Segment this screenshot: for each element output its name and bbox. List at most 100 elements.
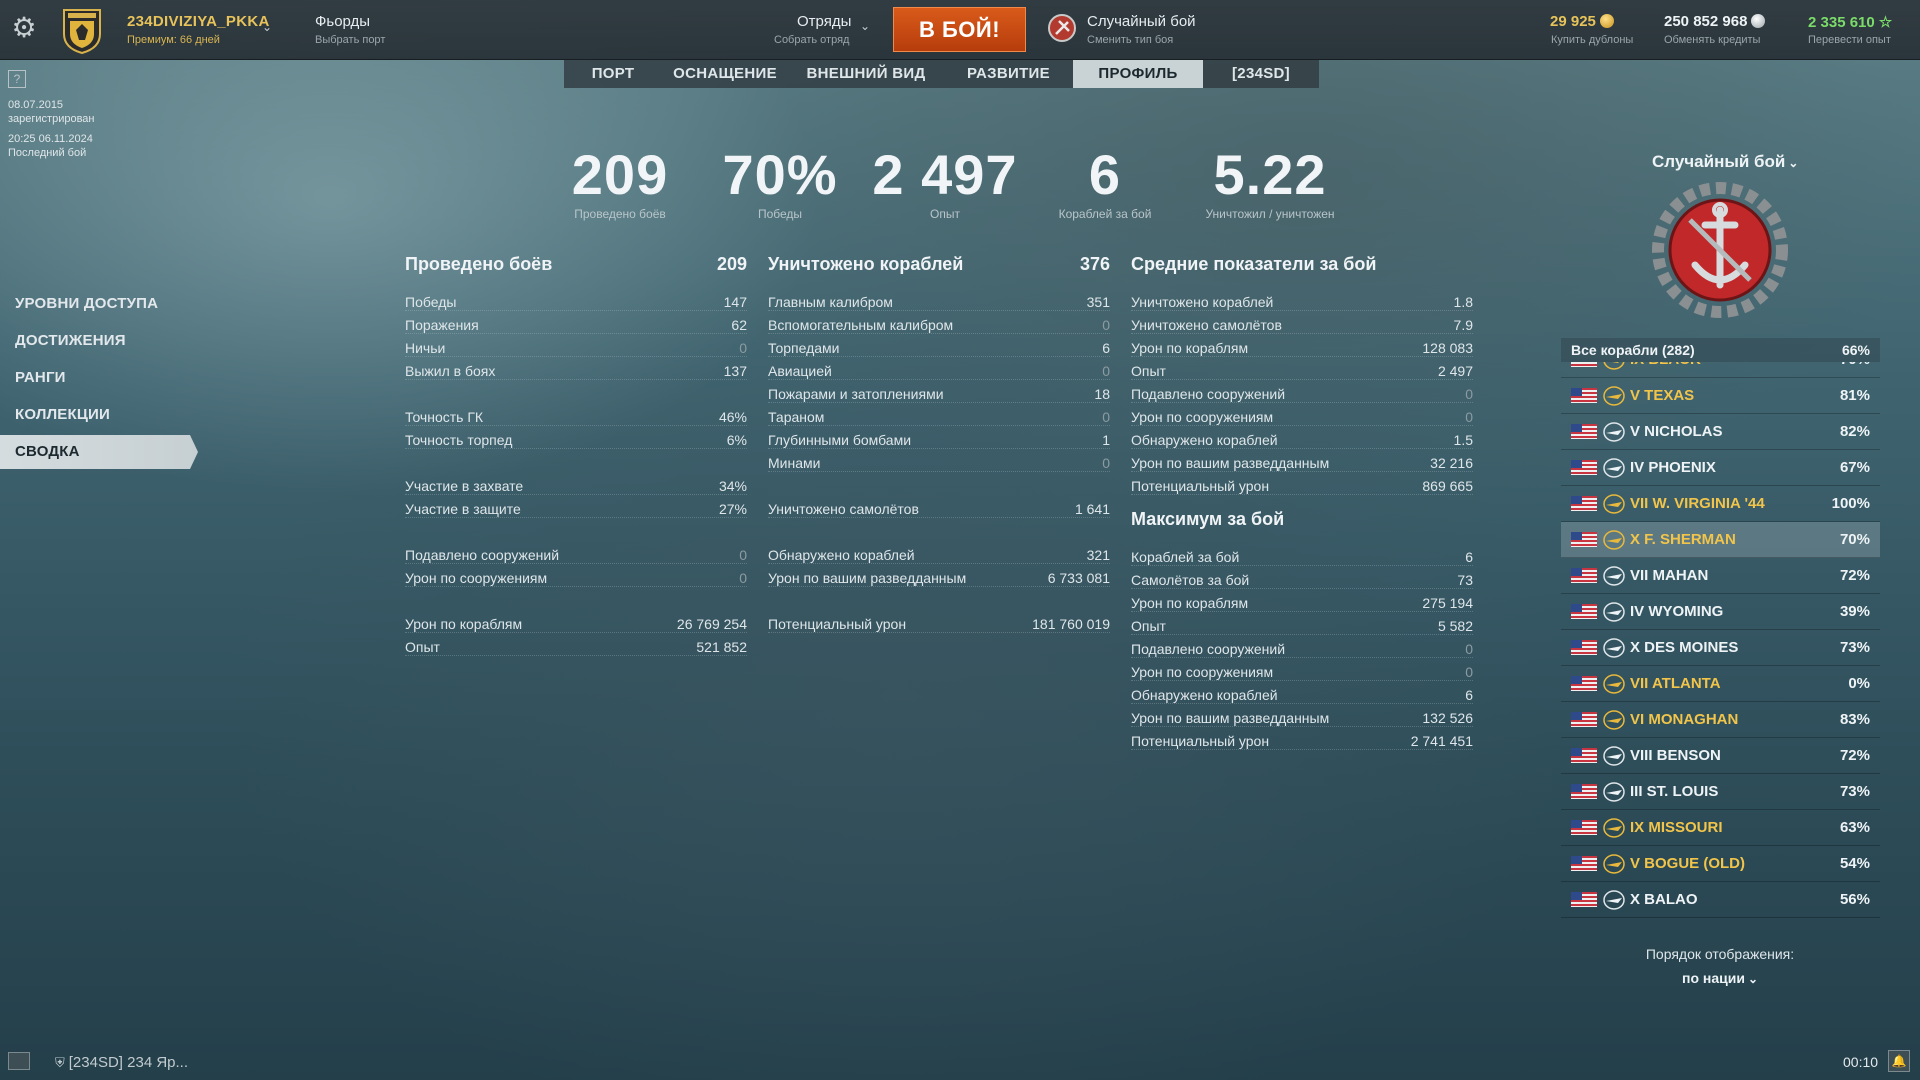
side-item-summary[interactable]: СВОДКА xyxy=(0,435,198,469)
tab-research[interactable]: РАЗВИТИЕ xyxy=(944,60,1073,88)
chevron-down-icon[interactable]: ⌄ xyxy=(262,20,272,34)
stat-row: Торпедами 6 xyxy=(768,334,1110,357)
sort-order-label: Порядок отображения: xyxy=(1645,946,1795,962)
side-item-access-levels[interactable]: УРОВНИ ДОСТУПА xyxy=(0,287,200,321)
ship-row[interactable]: III ST. LOUIS 73% xyxy=(1561,774,1880,810)
squads-sub-label[interactable]: Собрать отряд xyxy=(774,34,849,46)
ship-name: IX BLACK xyxy=(1630,362,1820,368)
stat-label: Минами xyxy=(768,455,821,471)
big-stat-xp: 2 497 Опыт xyxy=(870,145,1020,222)
stat-label: Урон по сооружениям xyxy=(1131,664,1274,680)
stat-row: Урон по кораблям 26 769 254 xyxy=(405,610,747,633)
side-item-ranks[interactable]: РАНГИ xyxy=(0,361,200,395)
squads-button[interactable]: Отряды xyxy=(797,13,851,30)
sort-order-dropdown[interactable]: по нации ⌄ xyxy=(1560,970,1880,986)
tab-clan[interactable]: [234SD] xyxy=(1203,60,1319,88)
ship-name: V TEXAS xyxy=(1630,387,1695,404)
random-battle-icon[interactable] xyxy=(1047,13,1077,43)
port-select-label[interactable]: Выбрать порт xyxy=(315,34,385,46)
stat-value: 27% xyxy=(718,501,747,517)
chevron-down-icon[interactable]: ⌄ xyxy=(860,19,870,33)
port-name[interactable]: Фьорды xyxy=(315,13,370,30)
convert-xp-label[interactable]: Перевести опыт xyxy=(1808,34,1891,46)
gear-icon[interactable]: ⚙ xyxy=(10,14,38,42)
stat-row: Потенциальный урон 869 665 xyxy=(1131,472,1473,495)
tab-appearance[interactable]: ВНЕШНИЙ ВИД xyxy=(788,60,944,88)
top-bar: ⚙ 234DIVIZIYA_PKKA Премиум: 66 дней ⌄ Фь… xyxy=(0,0,1920,60)
profile-side-menu: УРОВНИ ДОСТУПА ДОСТИЖЕНИЯ РАНГИ КОЛЛЕКЦИ… xyxy=(0,287,200,472)
stat-value: 6 733 081 xyxy=(1047,570,1110,586)
ship-row[interactable]: X DES MOINES 73% xyxy=(1561,630,1880,666)
tab-port[interactable]: ПОРТ xyxy=(564,60,662,88)
ship-row[interactable]: IX MISSOURI 63% xyxy=(1561,810,1880,846)
ship-row[interactable]: V BOGUE (OLD) 54% xyxy=(1561,846,1880,882)
notification-bell-icon[interactable]: 🔔 xyxy=(1888,1050,1910,1072)
stat-value: 128 083 xyxy=(1422,340,1473,356)
ship-list[interactable]: IX BLACK70%V TEXAS81%V NICHOLAS82%IV PHO… xyxy=(1561,362,1880,937)
stat-row: Урон по кораблям 275 194 xyxy=(1131,589,1473,612)
buy-doubloons-label[interactable]: Купить дублоны xyxy=(1551,34,1633,46)
ship-row[interactable]: VII W. VIRGINIA '44 100% xyxy=(1561,486,1880,522)
all-ships-header[interactable]: Все корабли (282) 66% xyxy=(1561,338,1880,362)
side-item-collections[interactable]: КОЛЛЕКЦИИ xyxy=(0,398,200,432)
stats-col-battles: Проведено боёв 209 Победы 147 Поражения 62 Н… xyxy=(405,254,747,656)
stat-value: 181 760 019 xyxy=(1032,616,1110,632)
row-gap xyxy=(768,518,1110,541)
stat-value: 147 xyxy=(723,294,747,310)
free-xp-value[interactable]: 2 335 610 ☆ xyxy=(1808,13,1892,31)
ship-row[interactable]: X BALAO 56% xyxy=(1561,882,1880,918)
main-tabs: ПОРТ ОСНАЩЕНИЕ ВНЕШНИЙ ВИД РАЗВИТИЕ ПРОФ… xyxy=(564,60,1319,88)
stat-label: Торпедами xyxy=(768,340,840,356)
battle-button[interactable]: В БОЙ! xyxy=(893,7,1026,52)
ship-row[interactable]: V TEXAS 81% xyxy=(1561,378,1880,414)
ship-row[interactable]: VIII BENSON 72% xyxy=(1561,738,1880,774)
ship-class-icon xyxy=(1603,601,1625,622)
right-mode-title[interactable]: Случайный бой ⌄ xyxy=(1652,152,1798,172)
ship-row[interactable]: IV WYOMING 39% xyxy=(1561,594,1880,630)
doubloons-value[interactable]: 29 925 xyxy=(1550,13,1614,30)
registered-label: зарегистрирован xyxy=(8,113,95,125)
ship-name: VII ATLANTA xyxy=(1630,675,1721,692)
player-name[interactable]: 234DIVIZIYA_PKKA xyxy=(127,13,270,30)
ship-row[interactable]: IX BLACK70% xyxy=(1561,362,1880,378)
help-icon[interactable]: ? xyxy=(8,70,26,88)
tab-profile[interactable]: ПРОФИЛЬ xyxy=(1073,60,1203,88)
all-ships-label: Все корабли (282) xyxy=(1571,342,1695,358)
ship-class-icon xyxy=(1603,565,1625,586)
battle-mode-sub[interactable]: Сменить тип боя xyxy=(1087,34,1173,46)
stat-label: Опыт xyxy=(1131,618,1166,634)
stat-label: Обнаружено кораблей xyxy=(1131,432,1278,448)
col-total: 376 xyxy=(1079,254,1110,274)
ship-class-icon xyxy=(1603,709,1625,730)
stat-value: 132 526 xyxy=(1422,710,1473,726)
ship-class-icon xyxy=(1603,637,1625,658)
tab-equipment[interactable]: ОСНАЩЕНИЕ xyxy=(662,60,788,88)
stat-row: Урон по сооружениям 0 xyxy=(1131,658,1473,681)
clan-emblem-icon[interactable] xyxy=(62,6,102,54)
ship-row[interactable]: VII ATLANTA 0% xyxy=(1561,666,1880,702)
stat-value: 73 xyxy=(1457,572,1473,588)
stat-value: 0 xyxy=(1465,664,1473,680)
chat-icon[interactable] xyxy=(8,1052,30,1070)
stat-label: Урон по вашим разведданным xyxy=(1131,455,1330,471)
clan-chat-channel[interactable]: ⛨ [234SD] 234 Яр... xyxy=(55,1054,188,1071)
ship-row[interactable]: VI MONAGHAN 83% xyxy=(1561,702,1880,738)
battle-mode-name[interactable]: Случайный бой xyxy=(1087,13,1196,30)
stat-label: Тараном xyxy=(768,409,825,425)
credits-value[interactable]: 250 852 968 xyxy=(1664,13,1766,30)
stat-row: Выжил в боях 137 xyxy=(405,357,747,380)
stat-label: Урон по сооружениям xyxy=(1131,409,1274,425)
ship-name: V NICHOLAS xyxy=(1630,423,1723,440)
stat-row: Урон по сооружениям 0 xyxy=(1131,403,1473,426)
ship-row[interactable]: X F. SHERMAN 70% xyxy=(1561,522,1880,558)
row-gap xyxy=(405,587,747,610)
ship-row[interactable]: IV PHOENIX 67% xyxy=(1561,450,1880,486)
ship-row[interactable]: V NICHOLAS 82% xyxy=(1561,414,1880,450)
usa-flag-icon xyxy=(1571,460,1597,475)
stat-row: Победы 147 xyxy=(405,288,747,311)
stat-row: Ничьи 0 xyxy=(405,334,747,357)
usa-flag-icon xyxy=(1571,640,1597,655)
side-item-achievements[interactable]: ДОСТИЖЕНИЯ xyxy=(0,324,200,358)
exchange-credits-label[interactable]: Обменять кредиты xyxy=(1664,34,1760,46)
ship-row[interactable]: VII MAHAN 72% xyxy=(1561,558,1880,594)
